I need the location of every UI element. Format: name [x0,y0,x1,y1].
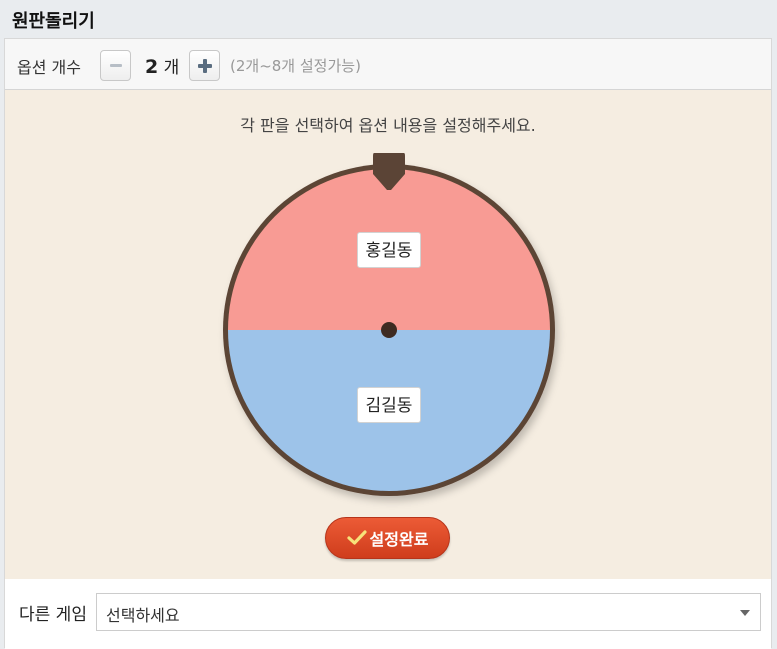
plus-icon [197,58,212,73]
increase-button[interactable] [189,50,220,81]
done-button[interactable]: 설정완료 [325,517,450,559]
segment-1-label[interactable]: 홍길동 [357,232,421,268]
minus-icon [109,64,122,67]
option-count: 2 개 [145,53,179,78]
chevron-down-icon [740,610,750,616]
option-count-row: 옵션 개수 2 개 (2개~8개 설정가능) [5,39,771,90]
other-game-row: 다른 게임 선택하세요 [5,580,771,649]
roulette-wheel [223,153,555,496]
wheel-area: 각 판을 선택하여 옵션 내용을 설정해주세요. 홍길동 김길동 설정완료 [5,90,771,579]
segment-2-label[interactable]: 김길동 [357,387,421,423]
decrease-button[interactable] [100,50,131,81]
wheel-center-pin [381,322,397,338]
option-count-label: 옵션 개수 [17,58,81,77]
option-count-value: 2 [145,56,159,78]
other-game-selected: 선택하세요 [106,606,180,625]
check-icon [346,530,367,545]
other-game-select[interactable]: 선택하세요 [96,593,761,631]
page-title: 원판돌리기 [12,11,95,32]
done-button-label: 설정완료 [369,530,429,549]
title-bar: 원판돌리기 [0,0,777,38]
roulette-panel: 옵션 개수 2 개 (2개~8개 설정가능) 각 판을 선택하여 옵션 내용을 … [4,38,772,649]
range-hint: (2개~8개 설정가능) [230,57,361,75]
option-count-unit: 개 [163,58,180,78]
other-game-label: 다른 게임 [19,605,87,625]
